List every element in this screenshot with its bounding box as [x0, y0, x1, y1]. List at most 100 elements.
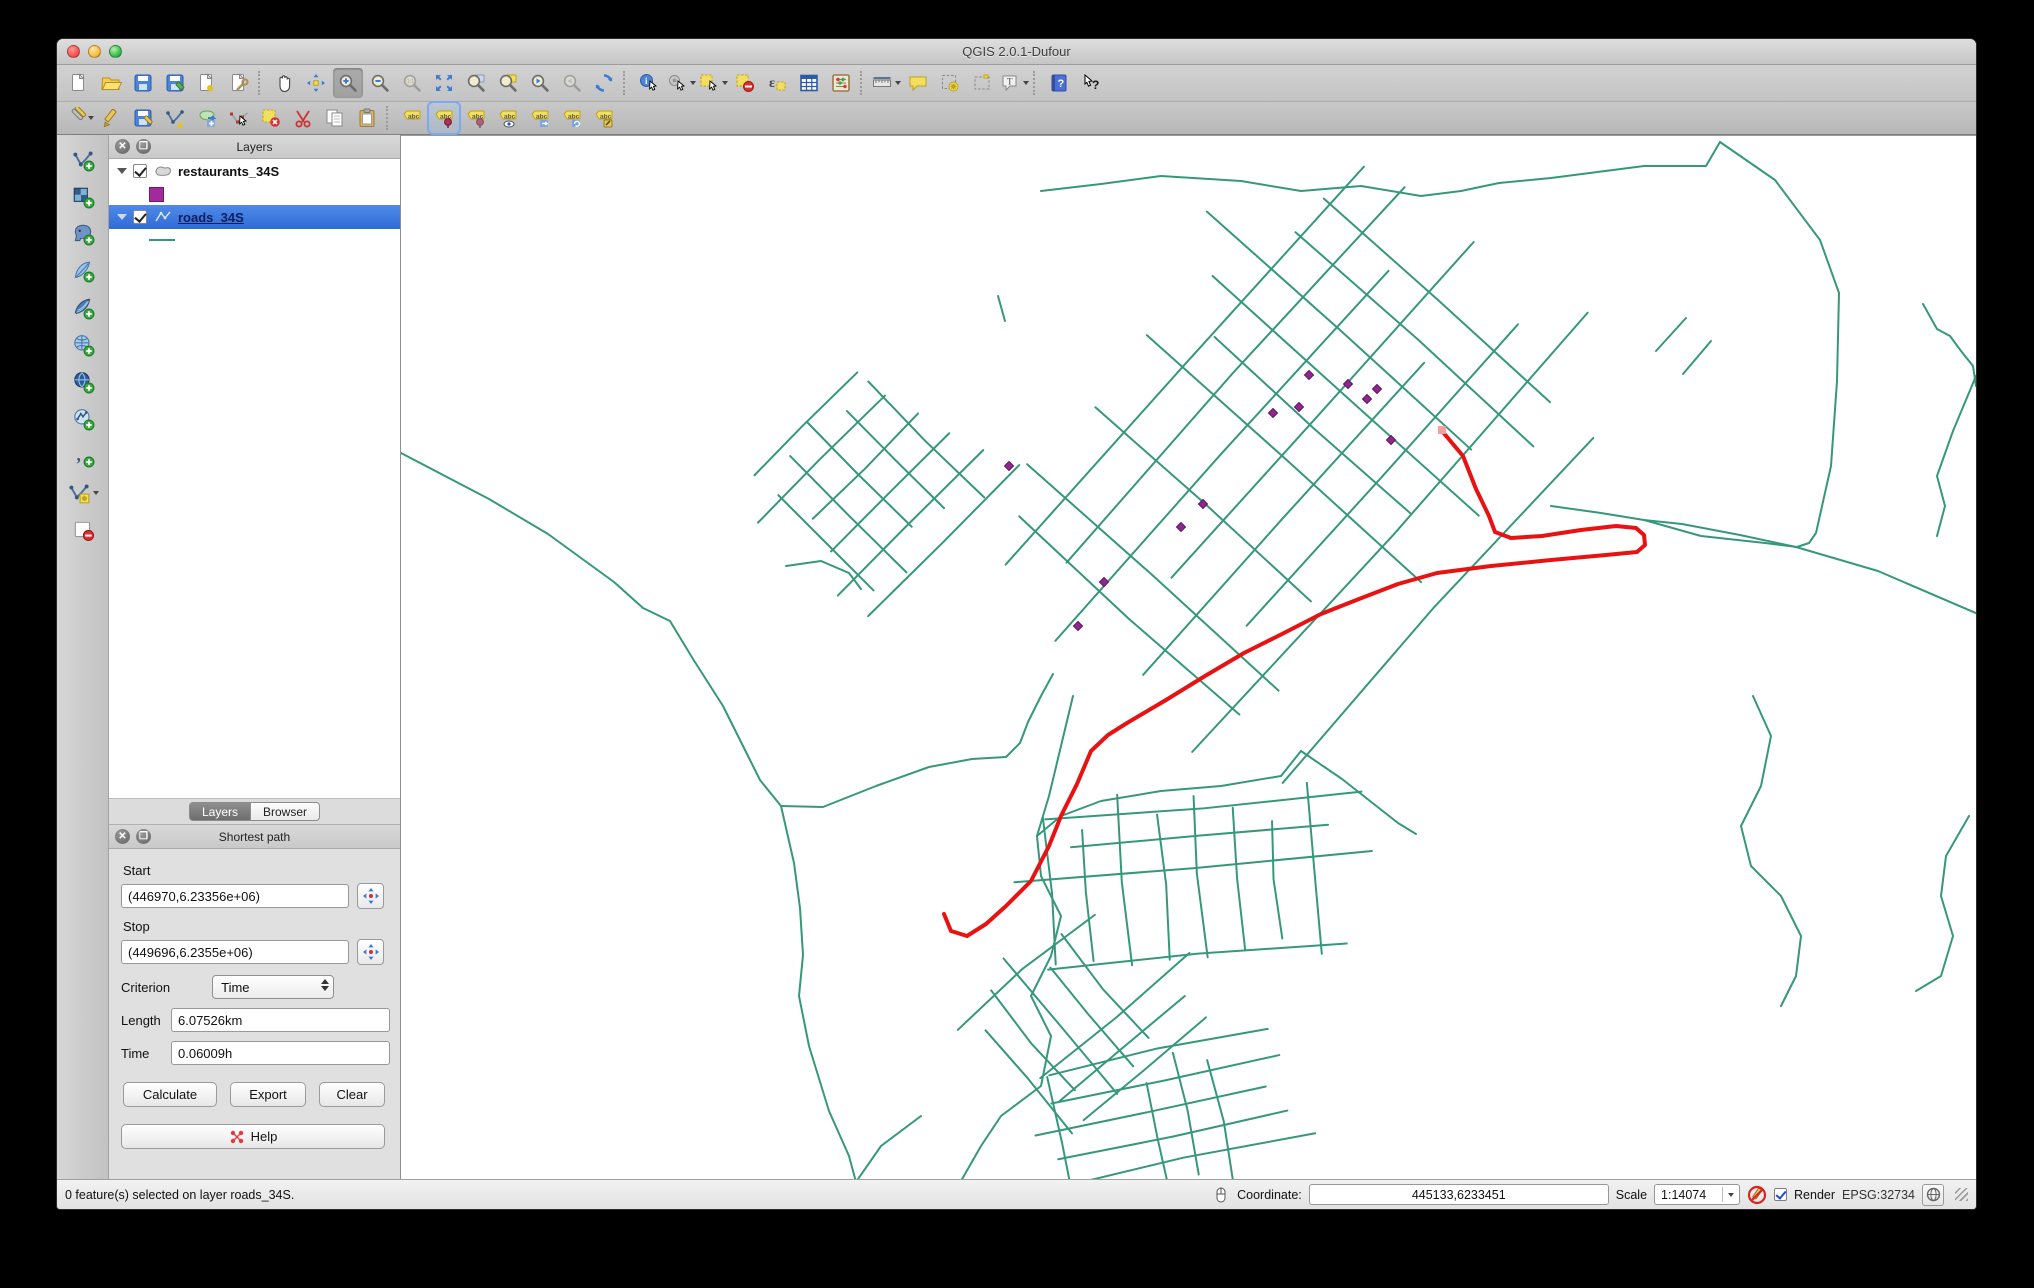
- add-raster-layer-button[interactable]: [64, 180, 102, 214]
- restaurant-marker: [1386, 435, 1395, 444]
- add-spatialite-layer-button[interactable]: [64, 254, 102, 288]
- zoom-next-button[interactable]: [557, 68, 587, 98]
- restaurant-marker: [1004, 461, 1013, 470]
- help-button[interactable]: Help: [121, 1124, 385, 1149]
- render-checkbox[interactable]: [1774, 1188, 1787, 1201]
- svg-text:1:1: 1:1: [407, 79, 415, 85]
- new-project-button[interactable]: [64, 68, 94, 98]
- layer-visibility-checkbox[interactable]: [133, 164, 147, 178]
- open-attribute-table-button[interactable]: [794, 68, 824, 98]
- start-input[interactable]: (446970,6.23356e+06): [121, 884, 349, 908]
- zoom-out-button[interactable]: [365, 68, 395, 98]
- new-print-composer-button[interactable]: [192, 68, 222, 98]
- select-by-expression-button[interactable]: ε: [762, 68, 792, 98]
- save-project-button[interactable]: [128, 68, 158, 98]
- add-delimited-text-layer-button[interactable]: ,: [64, 439, 102, 473]
- crs-status-button[interactable]: [1922, 1184, 1944, 1206]
- time-value-field[interactable]: 0.06009h: [171, 1041, 390, 1065]
- highlight-pinned-labels-button[interactable]: abc: [461, 103, 491, 133]
- capture-start-point-button[interactable]: [357, 883, 384, 909]
- map-canvas[interactable]: [401, 135, 1976, 1179]
- new-bookmark-button[interactable]: [935, 68, 965, 98]
- road-line: [1916, 816, 1969, 991]
- add-wcs-layer-button[interactable]: [64, 365, 102, 399]
- length-value-field[interactable]: 6.07526km: [171, 1008, 390, 1032]
- coordinate-input[interactable]: 445133,6233451: [1309, 1184, 1609, 1205]
- text-annotation-button[interactable]: T: [999, 68, 1029, 98]
- whats-this-button[interactable]: ?: [1076, 68, 1106, 98]
- show-hidden-labels-button[interactable]: abc: [493, 103, 523, 133]
- add-vector-layer-button[interactable]: [64, 143, 102, 177]
- dock-tab-browser[interactable]: Browser: [251, 802, 320, 821]
- pan-to-selection-button[interactable]: [301, 68, 331, 98]
- calculate-button[interactable]: Calculate: [123, 1082, 217, 1107]
- toggle-editing-button[interactable]: [96, 103, 126, 133]
- layer-item-restaurants_34S[interactable]: restaurants_34S: [109, 159, 400, 183]
- zoom-to-layer-button[interactable]: [461, 68, 491, 98]
- save-layer-edits-button[interactable]: [128, 103, 158, 133]
- zoom-full-icon: [433, 72, 455, 94]
- delete-selected-button[interactable]: [256, 103, 286, 133]
- cut-features-button[interactable]: [288, 103, 318, 133]
- current-edits-button[interactable]: [64, 103, 94, 133]
- new-shapefile-layer-button[interactable]: [64, 476, 102, 510]
- refresh-map-button[interactable]: [589, 68, 619, 98]
- rotate-label-button[interactable]: abc: [557, 103, 587, 133]
- layer-visibility-checkbox[interactable]: [133, 210, 147, 224]
- toggle-editing-icon: [100, 107, 122, 129]
- svg-text:?: ?: [1092, 78, 1099, 92]
- add-wms-layer-button[interactable]: [64, 328, 102, 362]
- zoom-window-button[interactable]: [109, 45, 122, 58]
- node-tool-button[interactable]: [224, 103, 254, 133]
- criterion-select[interactable]: Time: [212, 975, 334, 999]
- identify-features-button[interactable]: i: [634, 68, 664, 98]
- dock-tab-layers[interactable]: Layers: [189, 802, 251, 821]
- remove-layer-button[interactable]: [64, 513, 102, 547]
- zoom-to-selection-button[interactable]: [493, 68, 523, 98]
- measure-line-button[interactable]: [871, 68, 901, 98]
- field-calculator-button[interactable]: [826, 68, 856, 98]
- change-label-button[interactable]: abc: [589, 103, 619, 133]
- zoom-full-button[interactable]: [429, 68, 459, 98]
- expand-triangle-icon[interactable]: [117, 168, 127, 174]
- show-bookmarks-button[interactable]: [967, 68, 997, 98]
- criterion-label: Criterion: [121, 980, 170, 995]
- composer-manager-button[interactable]: [224, 68, 254, 98]
- stop-render-icon[interactable]: [1747, 1185, 1767, 1205]
- zoom-in-button[interactable]: [333, 68, 363, 98]
- mouse-position-icon[interactable]: [1212, 1186, 1230, 1204]
- open-project-button[interactable]: [96, 68, 126, 98]
- clear-button[interactable]: Clear: [319, 1082, 385, 1107]
- expand-triangle-icon[interactable]: [117, 214, 127, 220]
- add-feature-button[interactable]: [160, 103, 190, 133]
- pin-labels-button[interactable]: abc: [429, 103, 459, 133]
- save-project-as-button[interactable]: [160, 68, 190, 98]
- map-tips-button[interactable]: [903, 68, 933, 98]
- layer-item-roads_34S[interactable]: roads_34S: [109, 205, 400, 229]
- stop-input[interactable]: (449696,6.2355e+06): [121, 940, 349, 964]
- roadgraph-icon: [229, 1129, 245, 1145]
- title-bar[interactable]: QGIS 2.0.1-Dufour: [57, 39, 1976, 65]
- add-wfs-layer-button[interactable]: [64, 402, 102, 436]
- add-mssql-layer-button[interactable]: [64, 291, 102, 325]
- pan-map-button[interactable]: [269, 68, 299, 98]
- zoom-native-button[interactable]: 1:1: [397, 68, 427, 98]
- scale-combobox[interactable]: 1:14074: [1654, 1184, 1740, 1205]
- zoom-last-button[interactable]: [525, 68, 555, 98]
- capture-stop-point-button[interactable]: [357, 939, 384, 965]
- deselect-features-button[interactable]: [730, 68, 760, 98]
- resize-grip[interactable]: [1955, 1188, 1968, 1201]
- add-postgis-layer-button[interactable]: [64, 217, 102, 251]
- layer-labeling-button[interactable]: abc: [397, 103, 427, 133]
- export-button[interactable]: Export: [230, 1082, 306, 1107]
- move-feature-button[interactable]: [192, 103, 222, 133]
- point-layer-icon: [154, 164, 172, 178]
- help-contents-button[interactable]: ?: [1044, 68, 1074, 98]
- select-features-button[interactable]: [698, 68, 728, 98]
- minimize-window-button[interactable]: [88, 45, 101, 58]
- close-window-button[interactable]: [67, 45, 80, 58]
- run-feature-action-button[interactable]: [666, 68, 696, 98]
- copy-features-button[interactable]: [320, 103, 350, 133]
- move-label-button[interactable]: abc: [525, 103, 555, 133]
- paste-features-button[interactable]: [352, 103, 382, 133]
